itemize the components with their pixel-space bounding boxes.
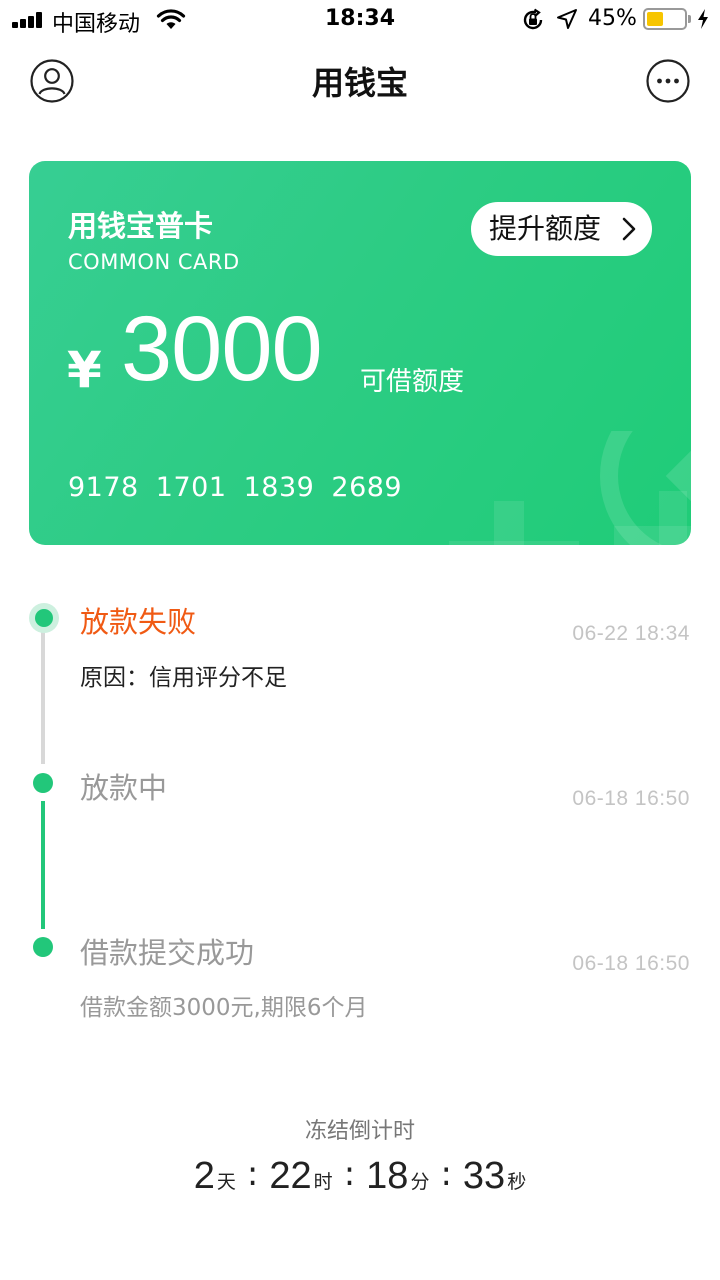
battery-icon [643, 8, 687, 30]
battery-fill [647, 12, 663, 26]
card-number: 9178 1701 1839 2689 [68, 472, 403, 503]
countdown-minutes-unit: 分 [410, 1171, 430, 1193]
credit-amount: 3000 [121, 298, 323, 400]
timeline-dot [33, 937, 53, 957]
countdown-separator: : [246, 1154, 259, 1194]
chevron-right-icon [622, 217, 636, 241]
upgrade-limit-label: 提升额度 [489, 212, 602, 245]
card-title: 用钱宝普卡 [68, 209, 214, 243]
countdown-seconds-unit: 秒 [507, 1171, 527, 1193]
timeline-dot [33, 773, 53, 793]
currency-symbol: ¥ [67, 341, 102, 399]
countdown-minutes: 18 [366, 1155, 409, 1197]
timeline-time: 06-18 16:50 [572, 952, 690, 975]
timeline-line-green [41, 801, 45, 929]
timeline-detail-amount: 借款金额3000元,期限6个月 [80, 995, 368, 1021]
countdown-seconds: 33 [462, 1155, 506, 1197]
timeline-status-processing: 放款中 [80, 771, 168, 805]
location-arrow-icon [557, 9, 577, 29]
countdown-days-unit: 天 [216, 1171, 236, 1193]
timeline-detail-reason: 原因：信用评分不足 [80, 665, 287, 691]
countdown-label: 冻结倒计时 [304, 1119, 415, 1144]
charging-bolt-icon [698, 9, 708, 29]
card-subtitle: COMMON CARD [68, 250, 240, 274]
countdown-hours: 22 [269, 1155, 312, 1197]
timeline-dot-active [29, 603, 59, 633]
page-title: 用钱宝 [311, 64, 408, 102]
timeline-time: 06-22 18:34 [572, 622, 690, 645]
timeline-line-gray [41, 620, 45, 764]
timeline-time: 06-18 16:50 [572, 787, 690, 810]
more-icon[interactable] [646, 59, 690, 103]
credit-amount-label: 可借额度 [360, 367, 465, 397]
battery-tip [688, 15, 691, 23]
countdown-separator: : [440, 1154, 452, 1194]
countdown-days: 2 [193, 1155, 215, 1197]
rotation-lock-icon [523, 8, 543, 30]
status-bar: 中国移动 18:34 45% [0, 0, 720, 40]
timeline-status-failed: 放款失败 [80, 605, 197, 639]
countdown-separator: : [343, 1154, 356, 1194]
timeline-status-submitted: 借款提交成功 [80, 936, 255, 970]
battery-percent: 45% [588, 6, 637, 31]
upgrade-limit-button[interactable]: 提升额度 [471, 202, 652, 256]
loan-card: 用钱宝普卡 COMMON CARD 提升额度 ¥ 3000 可借额度 9178 … [29, 161, 691, 545]
countdown-hours-unit: 时 [313, 1171, 333, 1193]
card-watermark [449, 431, 691, 545]
freeze-countdown: 2 天:22 时:18 分:33 秒 [0, 1154, 720, 1198]
